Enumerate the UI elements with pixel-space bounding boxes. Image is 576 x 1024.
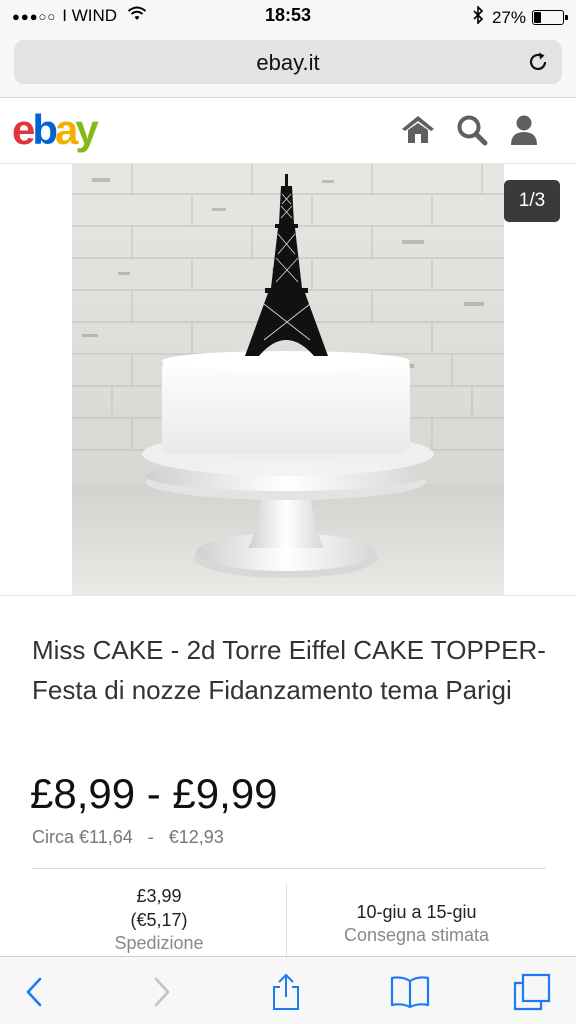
battery-percent: 27%: [491, 7, 526, 27]
product-image[interactable]: [72, 164, 504, 596]
converted-price-low: Circa €11,64: [32, 827, 133, 847]
product-title: Miss CAKE - 2d Torre Eiffel CAKE TOPPER-…: [32, 635, 546, 705]
browser-toolbar: [0, 956, 576, 1024]
battery-fill: [534, 12, 542, 23]
status-bar: ●●●○○ I WIND 18:53 27%: [0, 0, 576, 32]
share-icon[interactable]: [266, 973, 306, 1011]
logo-letter-y: y: [75, 106, 98, 153]
site-header: ebay: [0, 98, 576, 164]
delivery-dates: 10-giu a 15-giu: [356, 902, 477, 922]
shipping-cost: £3,99: [136, 886, 182, 906]
ebay-logo[interactable]: ebay: [12, 106, 99, 154]
divider: [32, 868, 546, 869]
product-gallery[interactable]: 1/3: [0, 164, 576, 596]
status-right: 27%: [473, 5, 568, 29]
logo-letter-a: a: [55, 106, 78, 153]
product-price: £8,99 - £9,99: [30, 770, 278, 817]
home-icon[interactable]: [400, 112, 436, 148]
tabs-icon[interactable]: [512, 973, 552, 1011]
reload-icon[interactable]: [526, 50, 550, 74]
back-icon[interactable]: [14, 973, 54, 1011]
search-icon[interactable]: [454, 112, 490, 148]
bluetooth-icon: [473, 5, 484, 29]
url-text: ebay.it: [256, 50, 320, 75]
user-icon[interactable]: [506, 112, 542, 148]
delivery-info: 10-giu a 15-giu Consegna stimata: [287, 884, 546, 956]
converted-price-separator: -: [147, 827, 154, 847]
logo-letter-b: b: [32, 106, 58, 153]
bookmarks-icon[interactable]: [390, 973, 430, 1011]
converted-price: Circa €11,64 - €12,93: [32, 827, 224, 848]
forward-icon[interactable]: [142, 973, 182, 1011]
image-counter: 1/3: [504, 180, 560, 222]
address-bar[interactable]: ebay.it: [14, 40, 562, 84]
shipping-label: Spedizione: [114, 933, 204, 953]
delivery-label: Consegna stimata: [343, 925, 490, 945]
shipping-info: £3,99 (€5,17) Spedizione: [32, 884, 286, 956]
battery-icon: [532, 10, 568, 25]
converted-price-high: €12,93: [168, 827, 224, 847]
shipping-cost-converted: (€5,17): [130, 910, 188, 930]
logo-letter-e: e: [12, 106, 35, 153]
browser-address-area: ebay.it: [0, 32, 576, 98]
